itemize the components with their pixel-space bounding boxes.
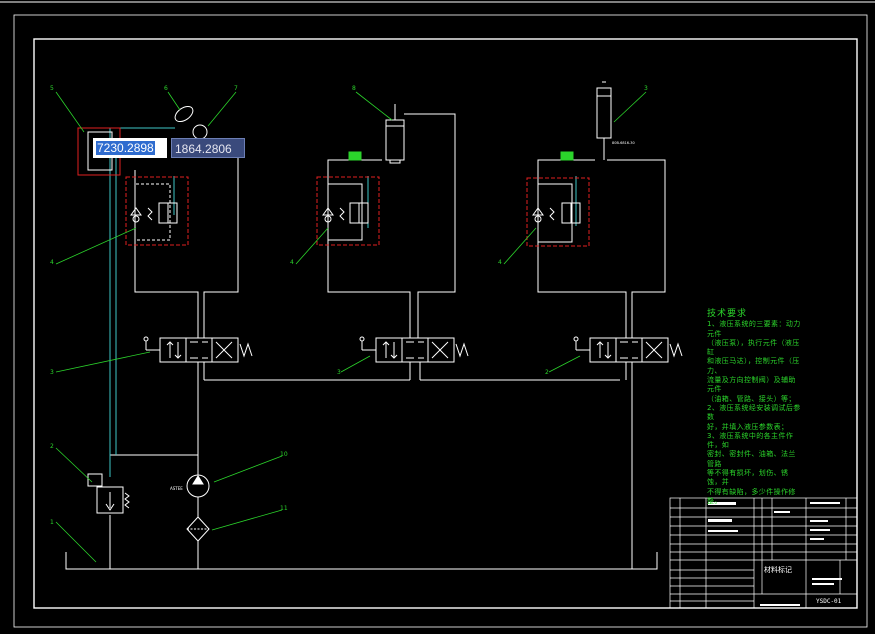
tech-line: （液压泵），执行元件（液压缸 <box>707 338 800 357</box>
oil-tank <box>65 552 658 570</box>
tech-line: 等不得有损坏，划伤、锈蚀，并 <box>707 469 789 487</box>
flow-valve-2 <box>316 151 380 246</box>
tech-line: 2、液压系统经安装调试后参数 <box>707 403 801 422</box>
technical-requirements-title: 技术要求 <box>707 309 748 319</box>
directional-valve-1 <box>143 336 253 363</box>
callout-1: 1 <box>50 519 54 526</box>
callout-6: 6 <box>164 85 168 92</box>
callout-2b: 2 <box>545 369 549 376</box>
callout-10: 10 <box>280 451 288 458</box>
tech-line: （油箱、管路、接头）等； <box>707 394 796 403</box>
leader-lines <box>55 91 647 563</box>
tech-line: 3、液压系统中的各主件作件，如 <box>707 431 794 450</box>
callout-3: 3 <box>644 85 648 92</box>
oil-filter <box>186 516 210 542</box>
tech-line: 流量及方向控制阀）及辅助元件 <box>707 376 796 394</box>
hydraulic-pump <box>186 474 210 498</box>
hydraulic-motor-6 <box>174 105 208 140</box>
callout-5: 5 <box>50 85 54 92</box>
drawing-number: YSDC-01 <box>816 598 842 605</box>
callout-3b: 3 <box>50 369 54 376</box>
directional-valve-3 <box>573 336 683 363</box>
pump-tag: ASTEE <box>170 486 183 491</box>
callout-4b: 4 <box>290 259 294 266</box>
pilot-lines <box>109 127 577 477</box>
callout-3c: 3 <box>337 369 341 376</box>
cylinder-3 <box>596 81 612 160</box>
title-block-cell-fills <box>708 502 842 606</box>
title-block-main-label: 材料标记 <box>764 565 792 574</box>
callout-4c: 4 <box>498 259 502 266</box>
callout-8: 8 <box>352 85 356 92</box>
callout-7: 7 <box>234 85 238 92</box>
callout-11: 11 <box>280 505 288 512</box>
technical-requirements: 技术要求 1、液压系统的三要素：动力元件 （液压泵），执行元件（液压缸 和液压马… <box>707 309 802 506</box>
coordinate-y-input[interactable]: 1864.2806 <box>171 138 245 158</box>
callout-2: 2 <box>50 443 54 450</box>
relief-valve <box>87 473 130 514</box>
tech-line: 好，并填入液压参数表； <box>707 422 789 431</box>
tech-line: 和液压马达），控制元件（压力、 <box>707 357 800 375</box>
cylinder-3-tag: 80B-6816-30 <box>612 141 635 145</box>
title-block <box>669 497 858 609</box>
cylinder-8 <box>385 104 405 164</box>
tech-line: 1、液压系统的三要素：动力元件 <box>707 320 801 338</box>
coordinate-x-value: 7230.2898 <box>96 141 155 155</box>
directional-valve-2 <box>359 336 469 363</box>
flow-valve-3 <box>526 151 590 247</box>
coordinate-x-input[interactable]: 7230.2898 <box>93 138 167 158</box>
tech-line: 密封、密封件、油箱、法兰管路 <box>707 450 796 468</box>
tech-line: 不得有缺陷，多少件操作修整。 <box>707 487 796 505</box>
callout-4: 4 <box>50 259 54 266</box>
